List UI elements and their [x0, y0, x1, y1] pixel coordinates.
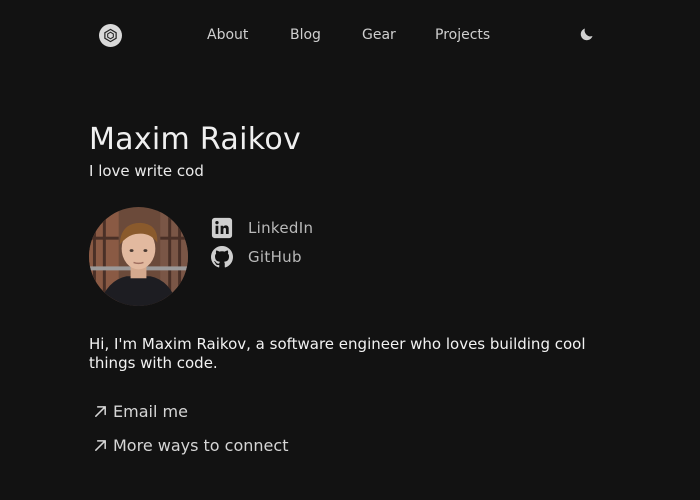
theme-toggle-button[interactable] — [576, 24, 596, 44]
nav-projects[interactable]: Projects — [435, 26, 490, 44]
more-ways-to-connect-label: More ways to connect — [113, 436, 289, 455]
arrow-up-right-icon — [95, 440, 106, 451]
arrow-up-right-icon — [95, 406, 106, 417]
linkedin-icon — [211, 217, 233, 239]
moon-icon — [580, 27, 593, 40]
page: About Blog Gear Projects Maxim Raikov I … — [0, 0, 700, 500]
nav-gear[interactable]: Gear — [362, 26, 396, 44]
social-link-linkedin[interactable]: LinkedIn — [211, 217, 313, 239]
more-ways-to-connect-link[interactable]: More ways to connect — [93, 436, 288, 455]
social-label-github: GitHub — [248, 248, 302, 266]
email-me-label: Email me — [113, 402, 188, 421]
page-title: Maxim Raikov — [89, 122, 302, 157]
nav-about[interactable]: About — [207, 26, 248, 44]
email-me-link[interactable]: Email me — [93, 402, 188, 421]
site-logo[interactable] — [99, 24, 122, 47]
logo-icon — [104, 28, 117, 43]
bio-text: Hi, I'm Maxim Raikov, a software enginee… — [89, 335, 586, 372]
avatar — [89, 207, 188, 306]
github-icon — [211, 246, 233, 268]
tagline: I love write cod — [89, 162, 204, 180]
social-label-linkedin: LinkedIn — [248, 219, 314, 237]
nav-blog[interactable]: Blog — [290, 26, 321, 44]
social-link-github[interactable]: GitHub — [211, 246, 302, 268]
